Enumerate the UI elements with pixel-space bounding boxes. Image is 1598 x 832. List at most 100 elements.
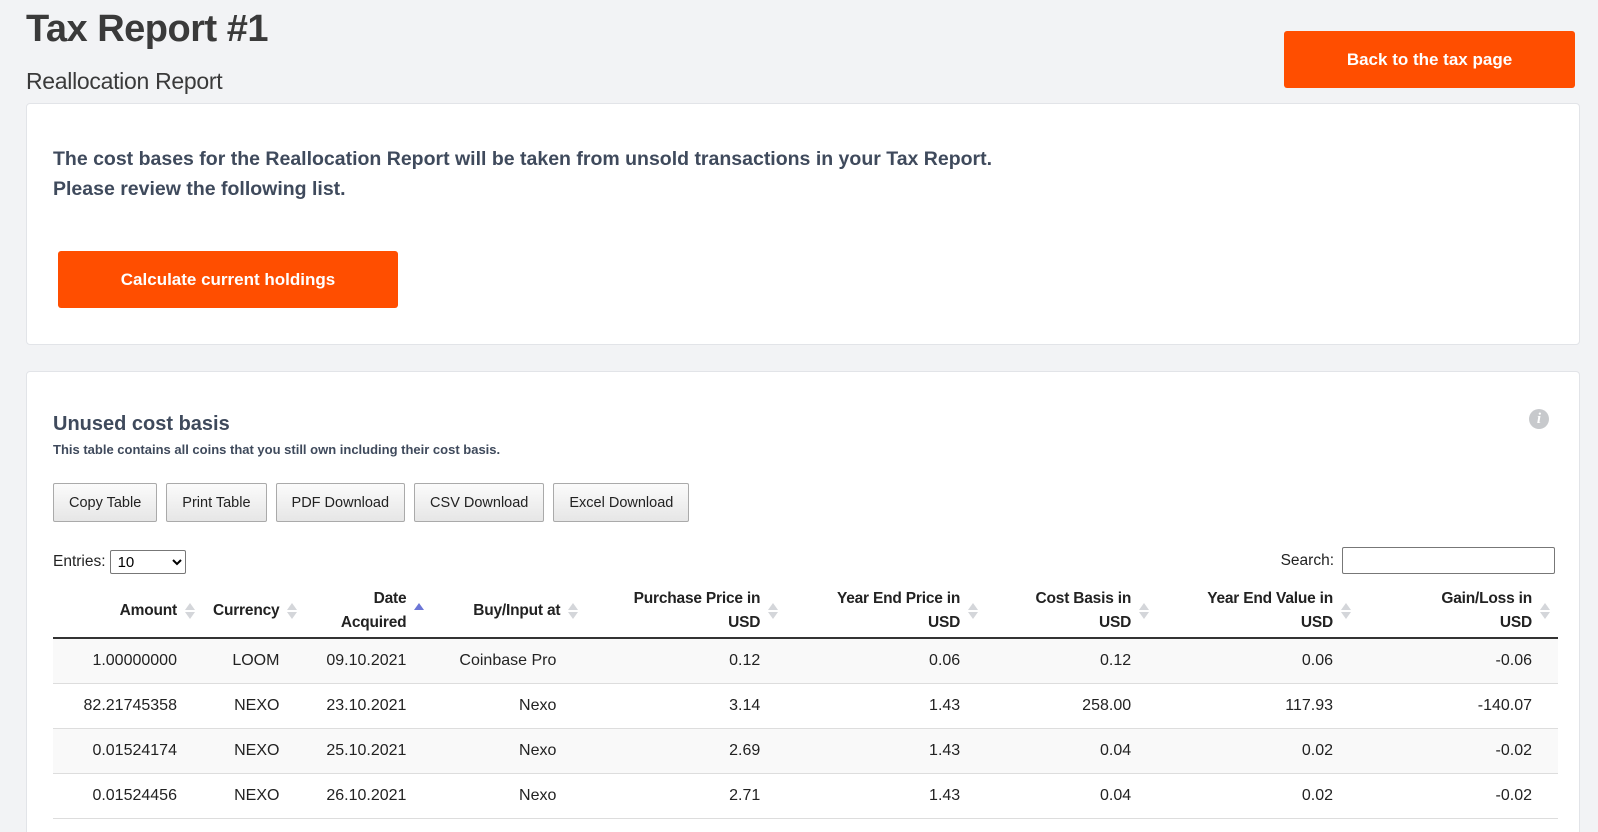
sort-arrows-icon [414, 601, 425, 621]
pdf-download-button[interactable]: PDF Download [275, 483, 406, 522]
sort-arrows-icon [1139, 601, 1150, 621]
excel-download-button[interactable]: Excel Download [553, 483, 690, 522]
cell-currency: NEXO [202, 728, 306, 774]
sort-arrows-icon [1540, 601, 1550, 621]
cell-date-acquired: 26.10.2021 [305, 773, 433, 819]
cell-buy-input-at: Nexo [432, 683, 587, 729]
column-header-label: Date [373, 589, 407, 607]
intro-card: The cost bases for the Reallocation Repo… [26, 103, 1580, 345]
column-header-label-line2: Acquired [340, 613, 407, 631]
cell-purchase-price: 2.71 [586, 773, 787, 819]
print-table-button[interactable]: Print Table [166, 483, 267, 522]
column-header-buy-input-at[interactable]: Buy/Input at [432, 584, 587, 639]
cell-date-acquired: 09.10.2021 [305, 638, 433, 684]
page-subtitle: Reallocation Report [26, 68, 223, 94]
cell-purchase-price: 2.69 [586, 728, 787, 774]
sort-arrows-icon [768, 601, 779, 621]
cell-year-end-value: 0.06 [1157, 638, 1360, 684]
column-header-label-line2: USD [728, 613, 761, 631]
column-header-label: Buy/Input at [473, 601, 561, 619]
column-header-label-line2: USD [1499, 613, 1532, 631]
cell-currency: LOOM [202, 638, 306, 684]
column-header-label-line2: USD [928, 613, 961, 631]
info-icon[interactable]: i [1529, 409, 1549, 429]
column-header-date-acquired[interactable]: Date Acquired [305, 584, 433, 639]
cell-date-acquired: 23.10.2021 [305, 683, 433, 729]
csv-download-button[interactable]: CSV Download [414, 483, 545, 522]
cell-amount: 0.01524174 [53, 728, 203, 774]
entries-control: Entries: 10 [53, 550, 186, 574]
column-header-label: Currency [212, 601, 280, 619]
back-to-tax-page-button[interactable]: Back to the tax page [1284, 31, 1575, 88]
cell-year-end-value: 117.93 [1157, 683, 1360, 729]
column-header-label-line2: USD [1300, 613, 1334, 631]
copy-table-button[interactable]: Copy Table [53, 483, 158, 522]
cell-cost-basis: 258.00 [986, 683, 1158, 729]
cell-buy-input-at: Nexo [432, 728, 587, 774]
cell-cost-basis: 0.04 [986, 773, 1158, 819]
cost-basis-table: Amount Currency Date Acquired Buy/Input at Pu… [53, 584, 1558, 819]
column-header-amount[interactable]: Amount [53, 584, 203, 639]
cell-buy-input-at: Nexo [432, 773, 587, 819]
sort-arrows-icon [287, 601, 298, 621]
column-header-year-end-value[interactable]: Year End Value in USD [1157, 584, 1360, 639]
cell-gain-loss: -0.06 [1359, 638, 1558, 684]
column-header-label: Year End Price in [836, 589, 961, 607]
sort-arrows-icon [184, 601, 195, 621]
table-header-row: Amount Currency Date Acquired Buy/Input at Pu… [53, 584, 1558, 639]
sort-arrows-icon [1341, 601, 1352, 621]
sort-arrows-icon [968, 601, 979, 621]
table-body: 1.00000000 LOOM 09.10.2021 Coinbase Pro 0.12… [53, 638, 1558, 819]
column-header-label-line2: USD [1098, 613, 1132, 631]
column-header-label: Amount [119, 601, 178, 619]
column-header-label: Purchase Price in [633, 589, 761, 607]
search-control: Search: [1281, 547, 1555, 574]
intro-text: The cost bases for the Reallocation Repo… [53, 144, 992, 204]
column-header-label: Cost Basis in [1035, 589, 1132, 607]
column-header-cost-basis[interactable]: Cost Basis in USD [986, 584, 1158, 639]
entries-label: Entries: [53, 553, 106, 570]
cell-year-end-value: 0.02 [1157, 728, 1360, 774]
cell-year-end-price: 1.43 [786, 683, 987, 729]
cell-purchase-price: 0.12 [586, 638, 787, 684]
cell-amount: 1.00000000 [53, 638, 203, 684]
entries-select[interactable]: 10 [109, 550, 186, 574]
cell-gain-loss: -0.02 [1359, 728, 1558, 774]
cell-currency: NEXO [202, 683, 306, 729]
cell-buy-input-at: Coinbase Pro [432, 638, 587, 684]
column-header-year-end-price[interactable]: Year End Price in USD [786, 584, 987, 639]
unused-cost-basis-card: Unused cost basis This table contains al… [26, 371, 1580, 832]
cell-year-end-price: 1.43 [786, 773, 987, 819]
cell-year-end-price: 0.06 [786, 638, 987, 684]
sort-arrows-icon [568, 601, 579, 621]
cell-date-acquired: 25.10.2021 [305, 728, 433, 774]
calculate-holdings-button[interactable]: Calculate current holdings [58, 251, 398, 308]
cell-year-end-price: 1.43 [786, 728, 987, 774]
intro-line-2: Please review the following list. [53, 178, 346, 200]
column-header-label: Gain/Loss in [1441, 589, 1532, 607]
search-label: Search: [1280, 551, 1334, 569]
section-title: Unused cost basis [53, 413, 230, 435]
intro-line-1: The cost bases for the Reallocation Repo… [53, 148, 993, 170]
cell-amount: 0.01524456 [53, 773, 203, 819]
export-toolbar: Copy Table Print Table PDF Download CSV … [53, 483, 698, 522]
table-row: 1.00000000 LOOM 09.10.2021 Coinbase Pro 0.12… [53, 638, 1558, 684]
column-header-gain-loss[interactable]: Gain/Loss in USD [1359, 584, 1558, 639]
table-row: 82.21745358 NEXO 23.10.2021 Nexo 3.14 1.43 258… [53, 683, 1558, 729]
column-header-purchase-price[interactable]: Purchase Price in USD [586, 584, 787, 639]
cell-purchase-price: 3.14 [586, 683, 787, 729]
section-description: This table contains all coins that you s… [53, 442, 501, 457]
cell-cost-basis: 0.04 [986, 728, 1158, 774]
search-input[interactable] [1342, 547, 1555, 574]
cell-currency: NEXO [202, 773, 306, 819]
cell-gain-loss: -140.07 [1359, 683, 1558, 729]
cell-gain-loss: -0.02 [1359, 773, 1558, 819]
cell-cost-basis: 0.12 [986, 638, 1158, 684]
cell-year-end-value: 0.02 [1157, 773, 1360, 819]
column-header-currency[interactable]: Currency [202, 584, 306, 639]
page-title: Tax Report #1 [26, 8, 268, 50]
column-header-label: Year End Value in [1207, 589, 1334, 607]
table-row: 0.01524456 NEXO 26.10.2021 Nexo 2.71 1.43 0.04… [53, 773, 1558, 819]
table-row: 0.01524174 NEXO 25.10.2021 Nexo 2.69 1.43 0.04… [53, 728, 1558, 774]
cell-amount: 82.21745358 [53, 683, 203, 729]
